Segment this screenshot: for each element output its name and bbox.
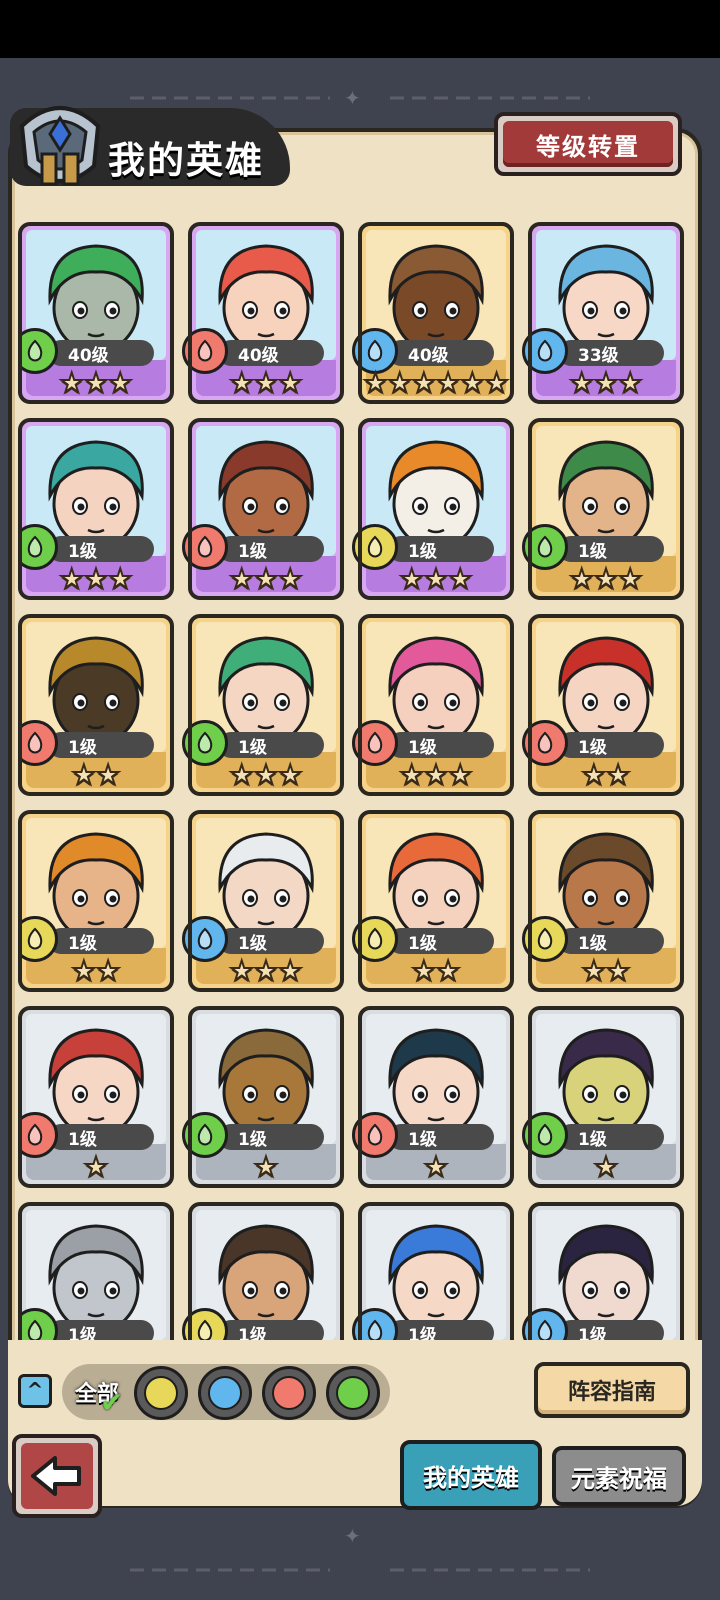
fire-element-icon xyxy=(272,1376,306,1410)
star-ornament-icon: ✦ xyxy=(344,1524,361,1548)
hero-card[interactable]: 40级 ★ ★ ★ xyxy=(18,222,174,404)
card-frame xyxy=(18,810,174,992)
card-frame xyxy=(188,1202,344,1340)
filter-fire-button[interactable] xyxy=(262,1366,316,1420)
filter-earth-button[interactable] xyxy=(134,1366,188,1420)
card-frame xyxy=(358,810,514,992)
card-frame xyxy=(358,1202,514,1340)
filter-water-button[interactable] xyxy=(198,1366,252,1420)
hero-card[interactable]: 40级 ★ ★ ★ ★ ★ ★ xyxy=(352,222,514,404)
water-element-icon xyxy=(208,1376,242,1410)
hero-card[interactable]: 1级 ★ ★ ★ xyxy=(352,418,514,600)
hero-card[interactable]: 1级 ★ ★ xyxy=(522,810,684,992)
back-button[interactable] xyxy=(12,1434,102,1518)
hero-card[interactable]: 1级 ★ ★ ★ xyxy=(18,418,174,600)
hero-card[interactable]: 1级 ★ ★ xyxy=(352,810,514,992)
hero-card[interactable]: 1级★ xyxy=(522,1006,684,1188)
level-transfer-button[interactable]: 等级转置 xyxy=(494,112,682,176)
card-frame xyxy=(528,418,684,600)
card-frame xyxy=(358,614,514,796)
hero-card[interactable]: 33级 ★ ★ ★ xyxy=(522,222,684,404)
hero-card[interactable]: 1级★ xyxy=(18,1006,174,1188)
star-ornament-icon: ✦ xyxy=(344,86,361,110)
card-frame xyxy=(528,614,684,796)
card-frame xyxy=(528,1006,684,1188)
page-title: 我的英雄 xyxy=(108,139,264,182)
hero-card[interactable]: 1级 ★ ★ ★ xyxy=(182,614,344,796)
card-frame xyxy=(528,1202,684,1340)
hero-card[interactable]: 1级★ xyxy=(182,1202,344,1340)
hero-card[interactable]: 1级★ xyxy=(352,1006,514,1188)
level-transfer-label: 等级转置 xyxy=(503,121,673,167)
hero-card[interactable]: 1级 ★ ★ ★ xyxy=(182,418,344,600)
card-frame xyxy=(18,1202,174,1340)
collapse-filter-button[interactable]: ^ xyxy=(18,1374,52,1408)
earth-element-icon xyxy=(144,1376,178,1410)
card-frame xyxy=(528,222,684,404)
hero-card[interactable]: 1级 ★ ★ ★ xyxy=(522,418,684,600)
hero-card[interactable]: 40级 ★ ★ ★ xyxy=(182,222,344,404)
hero-grid: 40级 ★ ★ ★ 40级 ★ ★ ★ 40级 ★ ★ ★ ★ ★ ★ 33级 ★ ★ ★ 1级 ★ ★ ★ 1级 ★ ★ ★ 1级 ★… xyxy=(18,222,688,1340)
card-frame xyxy=(528,810,684,992)
card-frame xyxy=(188,418,344,600)
helmet-icon xyxy=(19,106,101,186)
card-frame xyxy=(188,1006,344,1188)
back-arrow-icon xyxy=(31,1456,81,1496)
card-frame xyxy=(358,1006,514,1188)
tab-element-blessing[interactable]: 元素祝福 xyxy=(552,1446,686,1506)
card-frame xyxy=(18,614,174,796)
hero-card[interactable]: 1级 ★ ★ ★ xyxy=(182,810,344,992)
lineup-guide-button[interactable]: 阵容指南 xyxy=(534,1362,690,1418)
card-frame xyxy=(188,614,344,796)
card-frame xyxy=(358,418,514,600)
hero-card[interactable]: 1级 ★ ★ xyxy=(18,810,174,992)
card-frame xyxy=(18,222,174,404)
tab-my-heroes[interactable]: 我的英雄 xyxy=(400,1440,542,1510)
hero-card[interactable]: 1级 ★ ★ ★ xyxy=(352,614,514,796)
checkmark-icon: ✔ xyxy=(100,1386,124,1419)
hero-card[interactable]: 1级 ★ ★ xyxy=(18,614,174,796)
card-frame xyxy=(18,418,174,600)
hero-card[interactable]: 1级★ xyxy=(18,1202,174,1340)
hero-card[interactable]: 1级★ xyxy=(182,1006,344,1188)
card-frame xyxy=(188,222,344,404)
hero-card[interactable]: 1级 ★ ★ xyxy=(522,614,684,796)
hero-card[interactable]: 1级★ xyxy=(352,1202,514,1340)
card-frame xyxy=(188,810,344,992)
card-frame xyxy=(18,1006,174,1188)
wood-element-icon xyxy=(336,1376,370,1410)
hero-card[interactable]: 1级★ xyxy=(522,1202,684,1340)
status-bar xyxy=(0,0,720,58)
filter-wood-button[interactable] xyxy=(326,1366,380,1420)
card-frame xyxy=(358,222,514,404)
